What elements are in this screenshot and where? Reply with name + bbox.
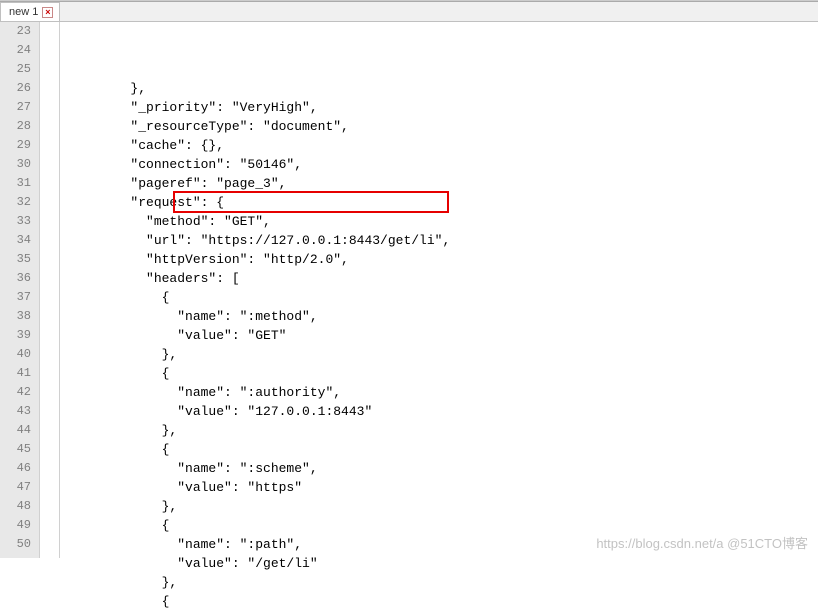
code-line[interactable]: "value": "127.0.0.1:8443": [68, 402, 818, 421]
line-number-gutter: 2324252627282930313233343536373839404142…: [0, 22, 40, 558]
line-number: 40: [0, 345, 31, 364]
code-line[interactable]: },: [68, 421, 818, 440]
file-tab[interactable]: new 1 ×: [0, 2, 60, 21]
line-number: 46: [0, 459, 31, 478]
code-line[interactable]: "value": "/get/li": [68, 554, 818, 573]
code-line[interactable]: "connection": "50146",: [68, 155, 818, 174]
code-line[interactable]: "value": "https": [68, 478, 818, 497]
tab-bar: new 1 ×: [0, 2, 818, 22]
line-number: 28: [0, 117, 31, 136]
line-number: 29: [0, 136, 31, 155]
code-line[interactable]: "httpVersion": "http/2.0",: [68, 250, 818, 269]
line-number: 50: [0, 535, 31, 554]
code-line[interactable]: },: [68, 345, 818, 364]
code-line[interactable]: {: [68, 592, 818, 611]
code-line[interactable]: "headers": [: [68, 269, 818, 288]
code-line[interactable]: "cache": {},: [68, 136, 818, 155]
line-number: 45: [0, 440, 31, 459]
code-area[interactable]: }, "_priority": "VeryHigh", "_resourceTy…: [60, 22, 818, 558]
line-number: 38: [0, 307, 31, 326]
line-number: 32: [0, 193, 31, 212]
line-number: 37: [0, 288, 31, 307]
code-line[interactable]: {: [68, 440, 818, 459]
line-number: 39: [0, 326, 31, 345]
line-number: 25: [0, 60, 31, 79]
line-number: 26: [0, 79, 31, 98]
line-number: 30: [0, 155, 31, 174]
line-number: 42: [0, 383, 31, 402]
line-number: 34: [0, 231, 31, 250]
code-line[interactable]: "name": ":scheme",: [68, 459, 818, 478]
code-line[interactable]: "value": "GET": [68, 326, 818, 345]
code-line[interactable]: "name": ":method",: [68, 307, 818, 326]
code-line[interactable]: "_priority": "VeryHigh",: [68, 98, 818, 117]
line-number: 23: [0, 22, 31, 41]
code-line[interactable]: "method": "GET",: [68, 212, 818, 231]
code-line[interactable]: {: [68, 364, 818, 383]
line-number: 43: [0, 402, 31, 421]
watermark: https://blog.csdn.net/a @51CTO博客: [596, 533, 808, 552]
line-number: 48: [0, 497, 31, 516]
line-number: 44: [0, 421, 31, 440]
code-line[interactable]: "pageref": "page_3",: [68, 174, 818, 193]
line-number: 27: [0, 98, 31, 117]
line-number: 47: [0, 478, 31, 497]
line-number: 36: [0, 269, 31, 288]
code-line[interactable]: },: [68, 497, 818, 516]
code-line[interactable]: "_resourceType": "document",: [68, 117, 818, 136]
code-line[interactable]: "name": ":authority",: [68, 383, 818, 402]
code-line[interactable]: },: [68, 573, 818, 592]
line-number: 49: [0, 516, 31, 535]
close-icon[interactable]: ×: [42, 7, 53, 18]
code-line[interactable]: },: [68, 79, 818, 98]
line-number: 24: [0, 41, 31, 60]
line-number: 31: [0, 174, 31, 193]
line-number: 41: [0, 364, 31, 383]
editor: 2324252627282930313233343536373839404142…: [0, 22, 818, 558]
fold-margin: [40, 22, 60, 558]
line-number: 33: [0, 212, 31, 231]
code-line[interactable]: {: [68, 288, 818, 307]
tab-label: new 1: [9, 6, 38, 18]
line-number: 35: [0, 250, 31, 269]
code-line[interactable]: "request": {: [68, 193, 818, 212]
code-line[interactable]: "url": "https://127.0.0.1:8443/get/li",: [68, 231, 818, 250]
